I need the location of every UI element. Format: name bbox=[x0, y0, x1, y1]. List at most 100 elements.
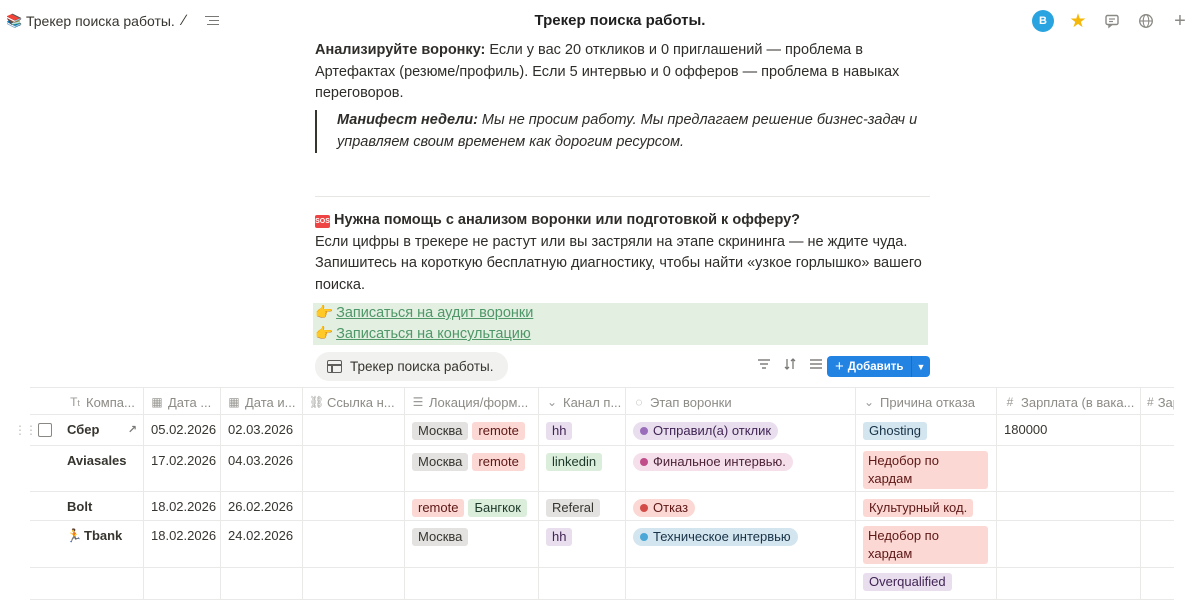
cell-stage[interactable]: Отправил(а) отклик bbox=[625, 415, 855, 445]
cell-reason[interactable]: Культурный код. bbox=[855, 492, 996, 520]
cell-reason[interactable]: Недобор по хардам bbox=[855, 521, 996, 567]
cell-link[interactable] bbox=[302, 415, 404, 445]
company-name[interactable]: Bolt bbox=[67, 499, 92, 514]
cell-reason[interactable]: Ghosting bbox=[855, 415, 996, 445]
column-salary[interactable]: # Зарплата (в вака... bbox=[996, 388, 1140, 416]
cell-channel[interactable]: hh bbox=[538, 415, 625, 445]
cell-company[interactable]: Bolt bbox=[30, 492, 143, 520]
column-company[interactable]: Tt Компа... bbox=[62, 388, 143, 416]
cell-channel[interactable]: linkedin bbox=[538, 446, 625, 491]
cell-salary[interactable]: 180000 bbox=[996, 415, 1140, 445]
cell-salary[interactable] bbox=[996, 492, 1140, 520]
column-salary-2[interactable]: #Зар bbox=[1140, 388, 1174, 416]
view-name[interactable]: Трекер поиска работы. bbox=[350, 359, 494, 374]
open-page-icon[interactable]: ↗ bbox=[128, 423, 137, 436]
globe-icon[interactable] bbox=[1136, 11, 1156, 31]
cell-link[interactable] bbox=[302, 568, 404, 599]
cell-date-applied[interactable]: 18.02.2026 bbox=[143, 521, 220, 567]
cell-channel[interactable]: Referal bbox=[538, 492, 625, 520]
cell-date-updated[interactable]: 26.02.2026 bbox=[220, 492, 302, 520]
table-row[interactable]: 🏃 Tbank 18.02.2026 24.02.2026 Москва hh … bbox=[30, 521, 1174, 568]
cell-reason[interactable]: Overqualified bbox=[855, 568, 996, 599]
column-date-updated[interactable]: ▦ Дата и... bbox=[220, 388, 302, 416]
table-row[interactable]: ⋮⋮ Сбер ↗ 05.02.2026 02.03.2026 Москва re… bbox=[14, 415, 1174, 446]
column-date-applied[interactable]: ▦ Дата ... bbox=[143, 388, 220, 416]
column-stage[interactable]: ◌ Этап воронки bbox=[625, 388, 855, 416]
consult-link[interactable]: 👉 Записаться на консультацию bbox=[315, 324, 926, 345]
cell-date-applied[interactable]: 05.02.2026 bbox=[143, 415, 220, 445]
cell-stage[interactable] bbox=[625, 568, 855, 599]
cell-company[interactable]: 🏃 Tbank bbox=[30, 521, 143, 567]
cell-date-updated[interactable]: 04.03.2026 bbox=[220, 446, 302, 491]
column-link[interactable]: ⛓ Ссылка н... bbox=[302, 388, 404, 416]
cell-link[interactable] bbox=[302, 492, 404, 520]
column-label: Дата и... bbox=[245, 394, 296, 410]
cell-location[interactable]: remote Бангкок bbox=[404, 492, 538, 520]
cell-company[interactable]: Aviasales bbox=[30, 446, 143, 491]
cell-salary-2[interactable] bbox=[1140, 492, 1174, 520]
plus-icon: + bbox=[835, 358, 844, 375]
cell-location[interactable]: Москва remote bbox=[404, 415, 538, 445]
cell-salary-2[interactable] bbox=[1140, 521, 1174, 567]
cell-reason[interactable]: Недобор по хардам bbox=[855, 446, 996, 491]
cell-channel[interactable]: hh bbox=[538, 521, 625, 567]
cell-date-applied[interactable]: 18.02.2026 bbox=[143, 492, 220, 520]
cell-date-updated[interactable]: 24.02.2026 bbox=[220, 521, 302, 567]
cell-location[interactable]: Москва bbox=[404, 521, 538, 567]
cell-date-applied[interactable] bbox=[143, 568, 220, 599]
column-location[interactable]: ☰ Локация/форм... bbox=[404, 388, 538, 416]
cell-stage[interactable]: Финальное интервью. bbox=[625, 446, 855, 491]
chevron-down-icon[interactable]: ▼ bbox=[912, 362, 930, 372]
cell-salary-2[interactable] bbox=[1140, 446, 1174, 491]
cell-date-applied[interactable]: 17.02.2026 bbox=[143, 446, 220, 491]
audit-link[interactable]: 👉 Записаться на аудит воронки bbox=[315, 303, 926, 324]
consult-link-label[interactable]: Записаться на консультацию bbox=[336, 326, 531, 342]
sort-icon[interactable] bbox=[782, 356, 798, 372]
table-header: Tt Компа... ▦ Дата ... ▦ Дата и... ⛓ Ссылка … bbox=[30, 387, 1174, 416]
cell-location[interactable] bbox=[404, 568, 538, 599]
table-row[interactable]: Bolt 18.02.2026 26.02.2026 remote Бангкок… bbox=[30, 492, 1174, 521]
location-tag: remote bbox=[472, 453, 525, 471]
avatar[interactable]: B bbox=[1032, 10, 1054, 32]
cell-salary-2[interactable] bbox=[1140, 568, 1174, 599]
column-reason[interactable]: ⌄ Причина отказа bbox=[855, 388, 996, 416]
cell-salary-2[interactable] bbox=[1140, 415, 1174, 445]
add-button-label[interactable]: Добавить bbox=[848, 361, 904, 373]
star-icon[interactable]: ★ bbox=[1068, 11, 1088, 32]
comment-icon[interactable] bbox=[1102, 11, 1122, 31]
company-name[interactable]: Aviasales bbox=[67, 453, 127, 468]
company-name[interactable]: Tbank bbox=[84, 528, 122, 543]
column-label: Компа... bbox=[86, 394, 135, 410]
column-label: Локация/форм... bbox=[429, 394, 529, 410]
cell-salary[interactable] bbox=[996, 568, 1140, 599]
cell-date-updated[interactable]: 02.03.2026 bbox=[220, 415, 302, 445]
table-row[interactable]: Aviasales 17.02.2026 04.03.2026 Москва re… bbox=[30, 446, 1174, 492]
table-row[interactable]: Overqualified bbox=[30, 568, 1174, 600]
link-icon: ⛓ bbox=[309, 395, 325, 409]
filter-icon[interactable] bbox=[756, 356, 772, 372]
plus-icon[interactable]: + bbox=[1170, 10, 1190, 32]
help-block: SOS Нужна помощь с анализом воронки или п… bbox=[315, 210, 930, 296]
stage-badge: Техническое интервью bbox=[633, 528, 798, 546]
cell-location[interactable]: Москва remote bbox=[404, 446, 538, 491]
add-button[interactable]: + Добавить ▼ bbox=[827, 356, 930, 377]
company-name[interactable]: Сбер bbox=[67, 422, 99, 437]
column-label: Ссылка н... bbox=[327, 394, 395, 410]
reason-tag: Overqualified bbox=[863, 573, 952, 591]
cell-link[interactable] bbox=[302, 521, 404, 567]
multiselect-icon: ☰ bbox=[412, 395, 424, 409]
cell-salary[interactable] bbox=[996, 446, 1140, 491]
cell-stage[interactable]: Техническое интервью bbox=[625, 521, 855, 567]
cell-channel[interactable] bbox=[538, 568, 625, 599]
properties-icon[interactable] bbox=[808, 356, 824, 372]
cell-salary[interactable] bbox=[996, 521, 1140, 567]
audit-link-label[interactable]: Записаться на аудит воронки bbox=[336, 305, 533, 321]
cell-company[interactable]: Сбер ↗ bbox=[30, 415, 143, 445]
cell-stage[interactable]: Отказ bbox=[625, 492, 855, 520]
cell-company[interactable] bbox=[30, 568, 143, 599]
view-tab[interactable]: Трекер поиска работы. bbox=[315, 352, 508, 381]
cell-link[interactable] bbox=[302, 446, 404, 491]
channel-tag: linkedin bbox=[546, 453, 603, 471]
cell-date-updated[interactable] bbox=[220, 568, 302, 599]
column-channel[interactable]: ⌄ Канал п... bbox=[538, 388, 625, 416]
